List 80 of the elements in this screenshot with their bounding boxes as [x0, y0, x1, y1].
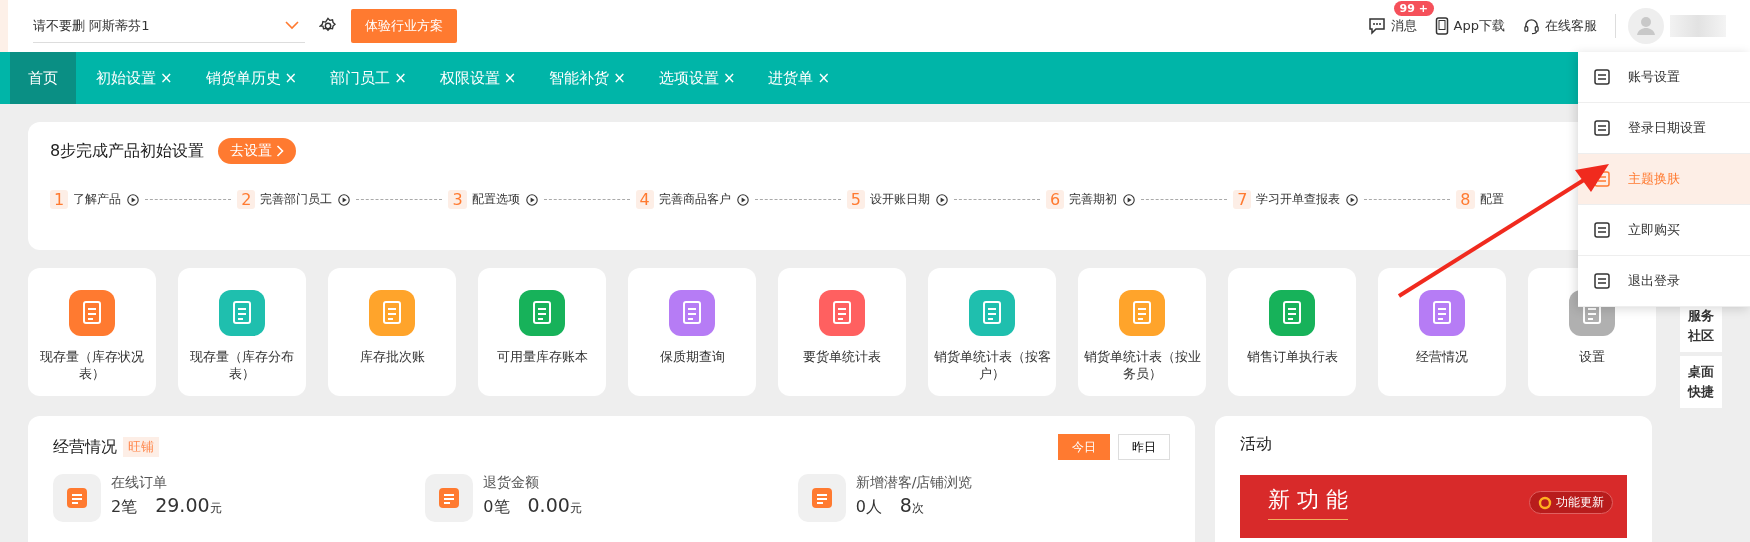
company-select[interactable]: 请不要删 阿斯蒂芬1 [33, 9, 305, 43]
setup-step[interactable]: 2 完善部门员工 [237, 190, 333, 209]
setup-step[interactable]: 5 设开账日期 [846, 190, 930, 209]
play-icon[interactable] [935, 193, 948, 206]
stat-amount: 29.00 [155, 494, 210, 516]
chevron-down-icon [285, 21, 299, 30]
stat-label: 新增潜客/店铺浏览 [855, 474, 973, 492]
shortcut-label: 现存量（库存分布表） [189, 348, 295, 382]
shop-tag: 旺铺 [123, 437, 159, 457]
menu-item-icon [1592, 67, 1612, 87]
setup-step[interactable]: 6 完善期初 [1045, 190, 1118, 209]
menu-item[interactable]: 账号设置 [1578, 52, 1750, 103]
shortcut-tile[interactable]: 销货单统计表（按客户） [928, 268, 1056, 396]
stat-icon [53, 474, 101, 522]
shortcut-label: 销货单统计表（按客户） [932, 348, 1052, 382]
shortcut-tile[interactable]: 现存量（库存状况表） [28, 268, 156, 396]
shortcut-tile[interactable]: 要货单统计表 [778, 268, 906, 396]
shortcut-label: 库存批次账 [358, 348, 426, 365]
period-button[interactable]: 昨日 [1118, 434, 1170, 460]
stat-count: 0笔 [483, 497, 510, 518]
chat-icon[interactable] [1367, 17, 1386, 35]
stat-count: 2笔 [111, 497, 138, 518]
shortcut-label: 经营情况 [1415, 348, 1469, 365]
menu-item[interactable]: 退出登录 [1578, 256, 1750, 307]
stat-unit: 元 [569, 500, 582, 517]
setup-step[interactable]: 1 了解产品 [50, 190, 122, 209]
side-panel-link[interactable]: 桌面快捷 [1680, 356, 1722, 408]
stat-label: 退货金额 [483, 474, 541, 492]
shortcut-label: 要货单统计表 [802, 348, 882, 365]
play-icon[interactable] [127, 193, 140, 206]
messages-link[interactable]: 消息 [1390, 17, 1417, 35]
app-download-link[interactable]: App下载 [1453, 17, 1505, 35]
play-icon[interactable] [736, 193, 749, 206]
setup-step[interactable]: 4 完善商品客户 [635, 190, 731, 209]
menu-item-icon [1592, 118, 1612, 138]
activity-banner[interactable]: 新 功 能 功能更新 [1240, 475, 1627, 538]
setup-step[interactable]: 3 配置选项 [448, 190, 520, 209]
setup-title: 8步完成产品初始设置 [50, 140, 205, 162]
menu-item-icon [1592, 271, 1612, 291]
chevron-right-icon [276, 145, 285, 157]
shortcut-tile[interactable]: 经营情况 [1378, 268, 1506, 396]
stat-label: 在线订单 [111, 474, 168, 492]
stat-unit: 次 [911, 501, 924, 517]
play-icon[interactable] [525, 193, 538, 206]
activity-title: 活动 [1240, 434, 1273, 455]
business-title: 经营情况 [53, 436, 117, 458]
shortcut-tile[interactable]: 现存量（库存分布表） [178, 268, 306, 396]
shortcut-label: 销售订单执行表 [1245, 348, 1339, 365]
stat-icon [425, 474, 474, 522]
setup-step[interactable]: 7 学习开单查报表 [1233, 190, 1341, 209]
feature-update-button[interactable]: 功能更新 [1529, 491, 1613, 514]
shortcut-tile[interactable]: 保质期查询 [628, 268, 756, 396]
message-count-badge: 99 + [1393, 1, 1434, 16]
menu-item[interactable]: 立即购买 [1578, 205, 1750, 256]
shortcut-tile[interactable]: 库存批次账 [328, 268, 456, 396]
phone-icon[interactable] [1434, 17, 1449, 35]
menu-item-icon [1592, 220, 1612, 240]
shortcut-label: 销货单统计表（按业务员） [1082, 348, 1202, 382]
stat-unit: 元 [209, 500, 222, 517]
shortcut-tile[interactable]: 销售订单执行表 [1228, 268, 1356, 396]
stat-icon [797, 474, 846, 522]
stat-amount: 8 [899, 494, 912, 516]
stat-count: 0人 [855, 497, 882, 518]
nav-tab[interactable]: 首页 [10, 52, 76, 104]
play-icon[interactable] [1123, 193, 1136, 206]
setup-step[interactable]: 8 配置 [1456, 190, 1504, 209]
blurred-username [1670, 15, 1726, 37]
ring-icon [1538, 495, 1552, 510]
shortcut-label: 设置 [1578, 348, 1606, 365]
shortcut-tile[interactable]: 销货单统计表（按业务员） [1078, 268, 1206, 396]
shortcut-label: 保质期查询 [658, 348, 726, 365]
support-link[interactable]: 在线客服 [1545, 17, 1597, 35]
shortcut-tile[interactable]: 可用量库存账本 [478, 268, 606, 396]
headset-icon[interactable] [1523, 17, 1540, 35]
shortcut-label: 可用量库存账本 [495, 348, 589, 365]
shortcut-label: 现存量（库存状况表） [39, 348, 145, 382]
play-icon[interactable] [338, 193, 351, 206]
banner-title: 新 功 能 [1268, 485, 1348, 520]
play-icon[interactable] [1346, 193, 1359, 206]
stat-amount: 0.00 [527, 494, 570, 516]
